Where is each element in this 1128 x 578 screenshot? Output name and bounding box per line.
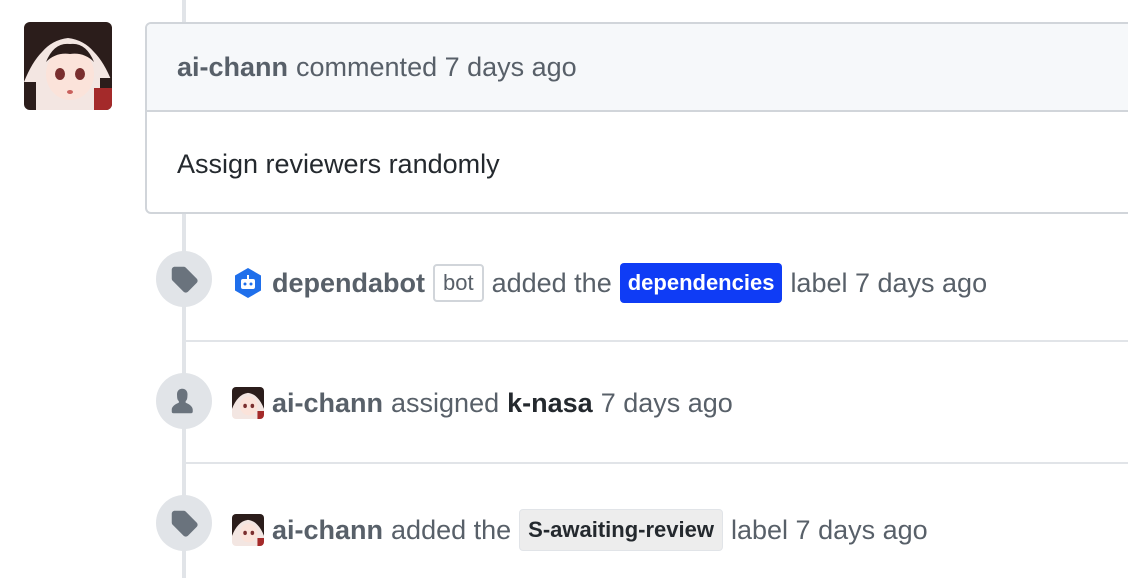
event-action: added the [491,267,612,298]
comment-text: Assign reviewers randomly [177,148,500,179]
tag-icon [156,495,212,551]
assignee-link[interactable]: k-nasa [507,388,593,419]
bot-badge: bot [433,264,484,302]
avatar[interactable] [232,514,264,546]
divider [186,340,1128,342]
avatar-image [24,22,112,110]
comment-meta[interactable]: commented 7 days ago [296,52,577,83]
event-action: assigned [391,387,500,418]
event-suffix[interactable]: label 7 days ago [731,515,928,546]
event-text: ai-chann added the S-awaiting-review lab… [232,509,928,551]
event-text: dependabot bot added the dependencies la… [232,263,987,303]
avatar[interactable] [24,22,112,110]
label-s-awaiting-review[interactable]: S-awaiting-review [519,509,723,551]
tag-icon [156,251,212,307]
event-actor[interactable]: ai-chann [272,388,383,419]
label-dependencies[interactable]: dependencies [619,263,783,303]
event-text: ai-chann assigned k-nasa 7 days ago [232,387,733,419]
dependabot-icon[interactable] [232,267,264,299]
event-suffix[interactable]: 7 days ago [601,388,733,419]
comment-box: ai-chann commented 7 days ago Assign rev… [145,22,1128,214]
timeline-event-label-dependencies: dependabot bot added the dependencies la… [0,245,1128,315]
comment-author[interactable]: ai-chann [177,52,288,83]
event-suffix[interactable]: label 7 days ago [790,268,987,299]
event-action: added the [391,514,512,545]
divider [186,462,1128,464]
comment-header: ai-chann commented 7 days ago [147,24,1128,112]
avatar[interactable] [232,387,264,419]
event-actor[interactable]: ai-chann [272,515,383,546]
event-actor[interactable]: dependabot [272,268,425,299]
comment-body: Assign reviewers randomly [147,112,1128,212]
person-icon [156,373,212,429]
timeline-event-assigned: ai-chann assigned k-nasa 7 days ago [0,367,1128,437]
timeline-event-label-awaiting-review: ai-chann added the S-awaiting-review lab… [0,489,1128,559]
